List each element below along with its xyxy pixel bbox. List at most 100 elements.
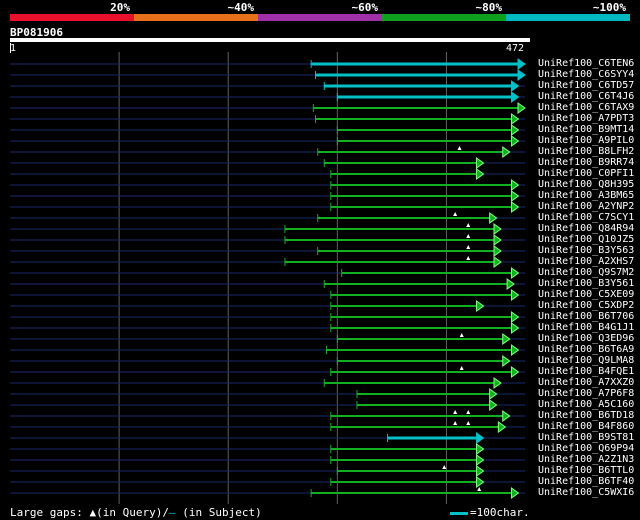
hit-row[interactable] [10, 399, 525, 411]
hit-row[interactable] [10, 80, 525, 92]
hit-label[interactable]: UniRef100_C5XE09 [538, 289, 634, 300]
hit-arrowhead [489, 399, 498, 411]
hit-label[interactable]: UniRef100_Q3ED96 [538, 333, 634, 344]
hit-arrowhead [510, 289, 520, 301]
hit-row[interactable] [10, 333, 525, 345]
hit-label[interactable]: UniRef100_B4G1J1 [538, 322, 634, 333]
hit-row[interactable] [10, 487, 525, 499]
hit-arrowhead [510, 113, 520, 125]
hit-row[interactable] [10, 322, 525, 334]
hit-arrowhead [476, 443, 485, 455]
hit-label[interactable]: UniRef100_A5C160 [538, 399, 634, 410]
hit-label[interactable]: UniRef100_B3Y561 [538, 278, 634, 289]
hit-row[interactable] [10, 234, 525, 246]
hit-label[interactable]: UniRef100_A2XHS7 [538, 256, 634, 267]
hit-row[interactable] [10, 432, 525, 444]
hit-row[interactable] [10, 168, 525, 180]
hit-row[interactable] [10, 256, 525, 268]
hit-label[interactable]: UniRef100_B8LFH2 [538, 146, 634, 157]
hit-label[interactable]: UniRef100_A2YNP2 [538, 201, 634, 212]
hit-row[interactable] [10, 443, 525, 455]
hit-row[interactable] [10, 190, 525, 202]
hit-row[interactable] [10, 410, 525, 422]
query-gap-marker [466, 223, 471, 227]
hit-row[interactable] [10, 179, 525, 191]
hit-row[interactable] [10, 146, 525, 158]
hit-label[interactable]: UniRef100_B9RR74 [538, 157, 634, 168]
hit-row[interactable] [10, 377, 525, 389]
hit-label[interactable]: UniRef100_C6T4J6 [538, 91, 634, 102]
hit-label[interactable]: UniRef100_C6TAX9 [538, 102, 634, 113]
hit-row[interactable] [10, 300, 525, 312]
hit-label[interactable]: UniRef100_B6TTL0 [538, 465, 634, 476]
hit-row[interactable] [10, 113, 525, 125]
hit-row[interactable] [10, 278, 525, 290]
hit-row[interactable] [10, 289, 525, 301]
hit-label[interactable]: UniRef100_A3BM65 [538, 190, 634, 201]
hit-row[interactable] [10, 476, 525, 488]
hit-arrowhead [517, 102, 526, 114]
hit-label[interactable]: UniRef100_A2Z1N3 [538, 454, 634, 465]
hit-row[interactable] [10, 355, 525, 367]
hit-label[interactable]: UniRef100_C5XDP2 [538, 300, 634, 311]
hit-label[interactable]: UniRef100_B9ST81 [538, 432, 634, 443]
hit-row[interactable] [10, 124, 525, 136]
hit-label[interactable]: UniRef100_B6T6A9 [538, 344, 634, 355]
hit-label[interactable]: UniRef100_B6TF40 [538, 476, 634, 487]
hit-label[interactable]: UniRef100_A7XXZ0 [538, 377, 634, 388]
hit-row[interactable] [10, 58, 526, 70]
hit-label[interactable]: UniRef100_Q9S7M2 [538, 267, 634, 278]
hit-row[interactable] [10, 135, 525, 147]
hit-label[interactable]: UniRef100_B6T706 [538, 311, 634, 322]
hit-row[interactable] [10, 91, 525, 103]
hit-label[interactable]: UniRef100_A7PDT3 [538, 113, 634, 124]
hit-label[interactable]: UniRef100_Q8H395 [538, 179, 634, 190]
hit-label[interactable]: UniRef100_B9MT14 [538, 124, 634, 135]
hit-row[interactable] [10, 69, 526, 81]
hit-row[interactable] [10, 102, 526, 114]
query-gap-marker [477, 487, 482, 491]
subject-gap-text: (in Subject) [175, 506, 262, 519]
hit-label[interactable]: UniRef100_Q69P94 [538, 443, 634, 454]
hit-arrowhead [510, 135, 520, 147]
hit-label[interactable]: UniRef100_B3Y563 [538, 245, 634, 256]
hit-label[interactable]: UniRef100_C7SCY1 [538, 212, 634, 223]
hit-row[interactable] [10, 157, 525, 169]
hit-row[interactable] [10, 454, 525, 466]
hit-label[interactable]: UniRef100_Q9LMA8 [538, 355, 634, 366]
hit-arrowhead [489, 388, 498, 400]
hit-label[interactable]: UniRef100_B4F860 [538, 421, 634, 432]
hit-row[interactable] [10, 465, 525, 477]
hit-arrowhead [517, 58, 526, 70]
query-gap-marker [466, 421, 471, 425]
hit-label[interactable]: UniRef100_A7P6F8 [538, 388, 634, 399]
hit-label[interactable]: UniRef100_C6TEN6 [538, 58, 634, 69]
hit-label[interactable]: UniRef100_Q10JZ5 [538, 234, 634, 245]
hit-arrowhead [489, 212, 498, 224]
scale-text: =100char. [470, 506, 530, 519]
hit-row[interactable] [10, 344, 525, 356]
hit-row[interactable] [10, 223, 525, 235]
hit-row[interactable] [10, 366, 525, 378]
hit-label[interactable]: UniRef100_B4FQE1 [538, 366, 634, 377]
hit-arrowhead [510, 201, 520, 213]
hit-row[interactable] [10, 311, 525, 323]
hit-label[interactable]: UniRef100_Q84R94 [538, 223, 634, 234]
query-gap-marker [466, 234, 471, 238]
hit-row[interactable] [10, 388, 525, 400]
hit-arrowhead [510, 311, 520, 323]
hit-arrowhead [476, 476, 485, 488]
query-gap-marker [459, 366, 464, 370]
hit-label[interactable]: UniRef100_B6TD18 [538, 410, 634, 421]
hit-row[interactable] [10, 421, 525, 433]
hit-arrowhead [502, 410, 511, 422]
hit-row[interactable] [10, 245, 525, 257]
hit-label[interactable]: UniRef100_A9PIL0 [538, 135, 634, 146]
hit-label[interactable]: UniRef100_C5WXI6 [538, 487, 634, 498]
hit-label[interactable]: UniRef100_C6SYY4 [538, 69, 634, 80]
hit-row[interactable] [10, 267, 525, 279]
hit-label[interactable]: UniRef100_C0PFI1 [538, 168, 634, 179]
hit-row[interactable] [10, 201, 525, 213]
hit-label[interactable]: UniRef100_C6TD57 [538, 80, 634, 91]
hit-row[interactable] [10, 212, 525, 224]
